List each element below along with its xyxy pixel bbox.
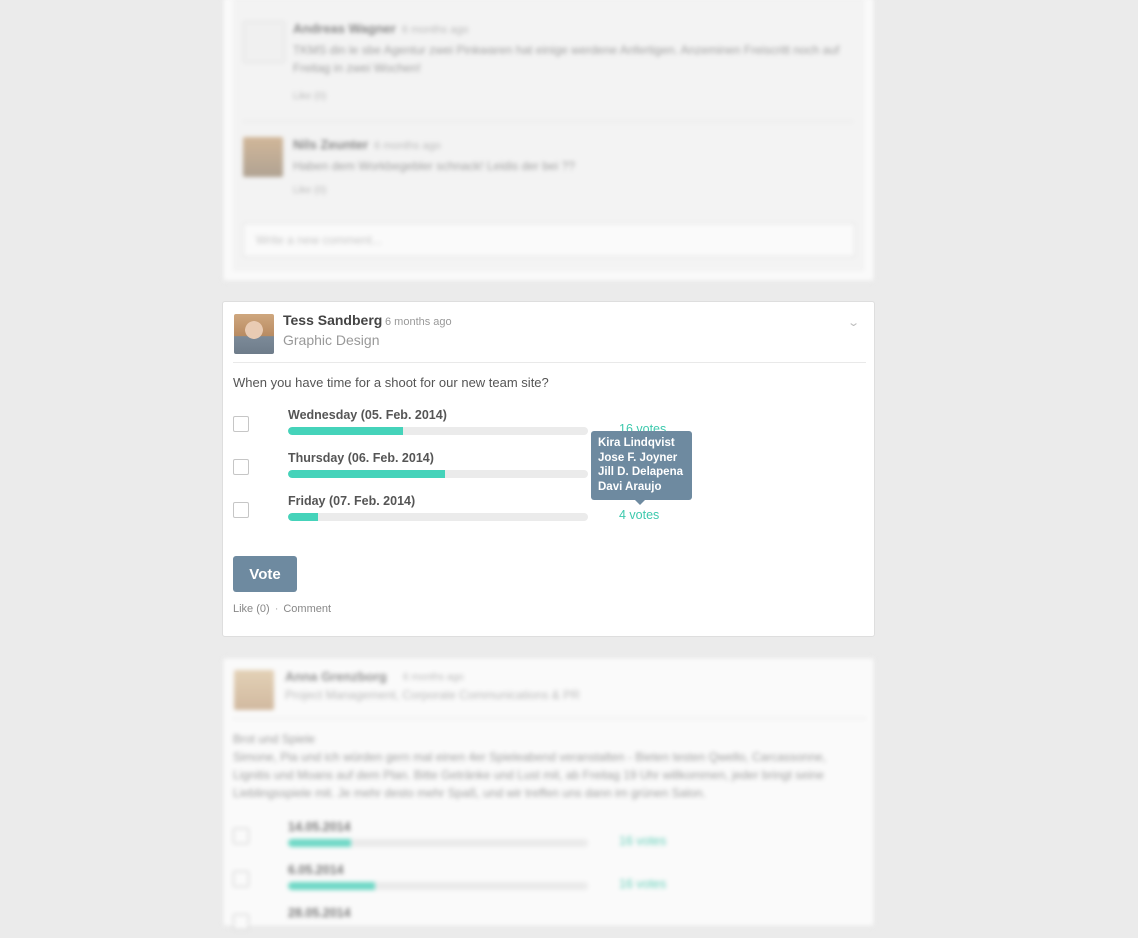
poll-option-label: Wednesday (05. Feb. 2014) [288,408,447,422]
divider [233,718,866,719]
poll-option-bar-fill [288,427,403,435]
poll-option-label: 28.05.2014 [288,906,351,920]
poll-option-votes[interactable]: 4 votes [619,508,659,522]
voter-name: Jill D. Delapena [598,466,684,478]
like-link[interactable]: Like (0) [233,603,270,615]
post-title: Brot und Spiele [233,732,316,746]
comment-time: 6 months ago [401,24,469,36]
comments-panel: Andreas Wagner 6 months ago TKMS din le s… [233,0,864,271]
chevron-down-icon[interactable]: ⌄ [847,316,860,329]
poll-option-bar [288,513,588,521]
post-group[interactable]: Graphic Design [283,332,380,348]
poll-option-checkbox[interactable] [233,416,249,432]
poll-question: When you have time for a shoot for our n… [233,375,549,390]
voter-name: Davi Araujo [598,480,662,493]
vote-button[interactable]: Vote [233,556,297,592]
post-body: Simone, Pia und ich würden gern mal eine… [233,750,827,800]
comment-author[interactable]: Nils Zeunter 6 months ago [293,137,441,152]
post-author[interactable]: Tess Sandberg [283,312,382,328]
poll-option-label: Friday (07. Feb. 2014) [288,494,416,508]
poll-option: 6.05.2014 16 votes [233,863,863,895]
feed-card-previous: Andreas Wagner 6 months ago TKMS din le s… [222,0,875,282]
avatar[interactable] [234,670,274,710]
poll-option-checkbox[interactable] [233,502,249,518]
comment-like[interactable]: Like (0) [293,185,326,196]
post-time: 6 months ago [403,672,464,683]
comment-text: TKMS din le sbe Agentur zwei Pinkwaren h… [293,43,840,75]
poll-option-checkbox[interactable] [233,914,249,930]
comment-time: 6 months ago [374,140,441,152]
poll-post-card: Tess Sandberg 6 months ago Graphic Desig… [222,301,875,637]
poll-option-checkbox[interactable] [233,828,249,844]
voter-name: Kira Lindqvist [598,437,675,449]
poll-option: Friday (07. Feb. 2014) 4 votes [233,494,863,526]
avatar [243,137,283,177]
poll-option-bar [288,470,588,478]
post-author[interactable]: Anna Grenzborg [285,669,387,684]
avatar[interactable] [234,314,274,354]
feed-card-next: Anna Grenzborg 6 months ago Project Mana… [222,657,875,930]
post-time: 6 months ago [385,316,452,328]
poll-option-votes[interactable]: 16 votes [619,877,666,891]
poll-option-bar-fill [288,470,445,478]
poll-option: Wednesday (05. Feb. 2014) 16 votes [233,408,863,440]
post-actions: Like (0) · Comment [233,603,331,615]
poll-option-label: 14.05.2014 [288,820,351,834]
divider [243,121,853,122]
voters-tooltip: Kira Lindqvist Jose F. Joyner Jill D. De… [591,431,692,505]
poll-option-votes[interactable]: 16 votes [619,834,666,848]
new-comment-input[interactable]: Write a new comment... [243,223,855,257]
comment-like[interactable]: Like (0) [293,91,326,102]
poll-option-checkbox[interactable] [233,871,249,887]
avatar [243,21,285,63]
poll-option-bar [288,427,588,435]
poll-option-checkbox[interactable] [233,459,249,475]
poll-option: 14.05.2014 16 votes [233,820,863,852]
voter-name: Jose F. Joyner [598,451,678,464]
poll-option: Thursday (06. Feb. 2014) [233,451,863,483]
poll-option-label: 6.05.2014 [288,863,344,877]
divider [233,362,866,363]
separator: · [274,603,279,615]
poll-option-label: Thursday (06. Feb. 2014) [288,451,434,465]
post-text: Brot und Spiele Simone, Pia und ich würd… [233,730,853,802]
poll-option-bar-fill [288,513,318,521]
comment-text: Haben dem Workbegebler schnack! Leidis d… [293,159,575,173]
poll-option-bar-fill [288,882,375,890]
comment-author[interactable]: Andreas Wagner 6 months ago [293,21,468,36]
poll-option-bar [288,839,588,847]
comment-link[interactable]: Comment [283,603,331,615]
poll-option-bar [288,882,588,890]
post-group[interactable]: Project Management, Corporate Communicat… [285,688,580,702]
poll-option-bar-fill [288,839,351,847]
poll-option: 28.05.2014 [233,906,863,938]
